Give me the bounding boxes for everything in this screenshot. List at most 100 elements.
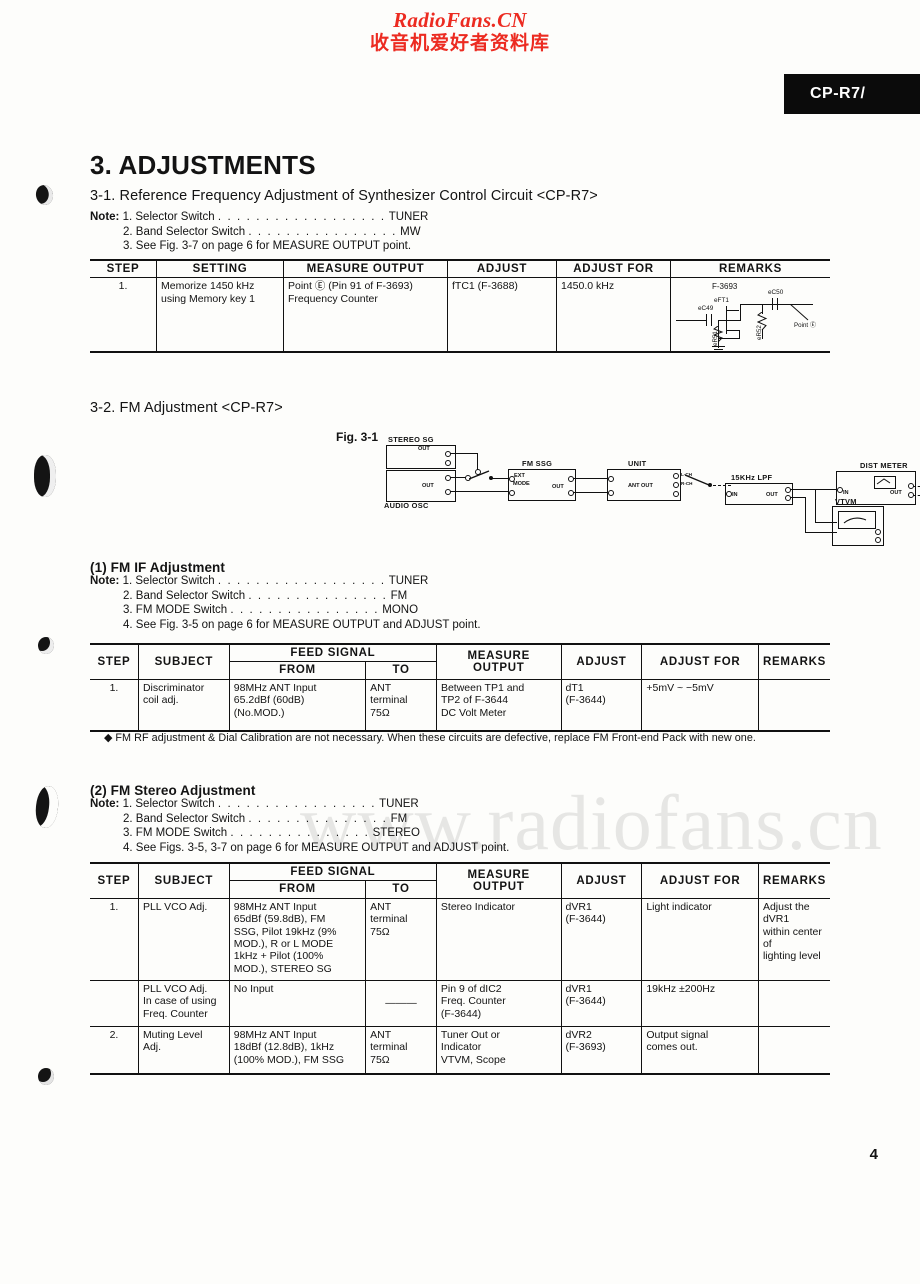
col-remarks: REMARKS — [670, 260, 830, 279]
cell-adjust-for: +5mV ~ −5mV — [641, 678, 759, 732]
port-label-out3: OUT — [552, 484, 564, 490]
cell-remarks: Adjust the dVR1 within center of lightin… — [757, 897, 830, 981]
page-title: 3. ADJUSTMENTS — [90, 150, 316, 180]
cell-remarks — [757, 979, 830, 1027]
table-row: 1. PLL VCO Adj. 98MHz ANT Input 65dBf (5… — [90, 897, 830, 981]
port-label-mode: MODE — [513, 481, 530, 487]
col-feed-signal: FEED SIGNAL — [228, 644, 437, 663]
col-step: STEP — [90, 863, 139, 899]
block-label-fm-ssg: FM SSG — [522, 459, 553, 468]
col-step: STEP — [90, 260, 157, 279]
vtvm-needle-icon — [843, 517, 867, 524]
col-adjust: ADJUST — [560, 644, 643, 680]
section-3-1-notes: Note: 1. Selector Switch . . . . . . . .… — [90, 210, 428, 254]
note-line: 3. FM MODE Switch . . . . . . . . . . . … — [123, 604, 419, 616]
note-line: Note: 1. Selector Switch . . . . . . . .… — [90, 798, 419, 810]
watermark-top: RadioFans.CN 收音机爱好者资料库 — [0, 8, 920, 55]
cell-step: 1. — [90, 897, 139, 981]
figure-caption: Fig. 3-1 — [336, 430, 379, 444]
cell-adjust-for: 1450.0 kHz — [556, 277, 671, 352]
port-label-ext: EXT — [514, 473, 525, 479]
subsection-2-notes: Note: 1. Selector Switch . . . . . . . .… — [90, 797, 509, 855]
note-line: Note: 1. Selector Switch . . . . . . . .… — [90, 211, 429, 223]
cell-adjust: dVR1 (F-3644) — [560, 897, 643, 981]
port-label-out2: OUT — [422, 483, 434, 489]
col-remarks: REMARKS — [757, 644, 830, 680]
remarks-schematic: F-3693 eC49 eFT1 eC50 eR51 eR52 Point Ⓔ — [668, 282, 820, 353]
subsection-1-notes: Note: 1. Selector Switch . . . . . . . .… — [90, 574, 481, 632]
block-label-dist-meter: DIST METER — [860, 461, 908, 470]
section-3-2-title: 3-2. FM Adjustment <CP-R7> — [90, 400, 283, 416]
col-from: FROM — [228, 661, 367, 680]
col-from: FROM — [228, 880, 367, 899]
col-adjust: ADJUST — [560, 863, 643, 899]
cell-measure-output: Tuner Out or Indicator VTVM, Scope — [435, 1025, 562, 1075]
cell-from: 98MHz ANT Input 65.2dBf (60dB) (No.MOD.) — [228, 678, 367, 732]
cell-adjust: dVR2 (F-3693) — [560, 1025, 643, 1075]
cell-remarks — [757, 1025, 830, 1075]
block-label-lpf: 15KHz LPF — [731, 473, 773, 482]
table-row: PLL VCO Adj. In case of using Freq. Coun… — [90, 979, 830, 1027]
port-label-out4: OUT — [766, 492, 778, 498]
page-number: 4 — [869, 1146, 878, 1163]
table-header-row: STEP SUBJECT FEED SIGNAL MEASURE OUTPUT … — [90, 863, 830, 899]
note-line: 4. See Figs. 3-5, 3-7 on page 6 for MEAS… — [123, 841, 510, 854]
note-line: 2. Band Selector Switch . . . . . . . . … — [123, 812, 408, 825]
block-label-unit: UNIT — [628, 459, 647, 468]
col-setting: SETTING — [156, 260, 284, 279]
col-subject: SUBJECT — [137, 863, 230, 899]
table-header-row: STEP SETTING MEASURE OUTPUT ADJUST ADJUS… — [90, 260, 830, 279]
figure-3-1: STEREO SG OUT AUDIO OSC OUT FM SSG EXT M… — [380, 435, 920, 550]
cell-from: 98MHz ANT Input 65dBf (59.8dB), FM SSG, … — [228, 897, 367, 981]
binder-hole-artifact — [34, 183, 55, 207]
port-label-in2: IN — [843, 490, 849, 496]
table-row: 1. Discriminator coil adj. 98MHz ANT Inp… — [90, 678, 830, 732]
binder-hole-artifact — [34, 455, 56, 497]
binder-hole-artifact — [33, 784, 61, 830]
col-measure-output: MEASURE OUTPUT — [435, 644, 562, 680]
schematic-board-label: F-3693 — [712, 282, 738, 291]
cell-subject: Muting Level Adj. — [137, 1025, 230, 1075]
subsection-1-title: (1) FM IF Adjustment — [90, 560, 225, 575]
col-to: TO — [365, 661, 437, 680]
cell-to: ANT terminal 75Ω — [365, 897, 437, 981]
note-line: 2. Band Selector Switch . . . . . . . . … — [123, 225, 421, 238]
col-adjust: ADJUST — [447, 260, 557, 279]
col-measure-output: MEASURE OUTPUT — [283, 260, 448, 279]
cell-adjust-for: Output signal comes out. — [641, 1025, 759, 1075]
cell-measure-output: Stereo Indicator — [435, 897, 562, 981]
col-subject: SUBJECT — [137, 644, 230, 680]
note-line: 3. See Fig. 3-7 on page 6 for MEASURE OU… — [123, 240, 412, 252]
schematic-point-label: Point Ⓔ — [794, 322, 817, 329]
cell-remarks — [757, 678, 830, 732]
cell-adjust: fTC1 (F-3688) — [447, 277, 557, 352]
block-label-stereo-sg: STEREO SG — [388, 435, 434, 444]
cell-adjust-for: Light indicator — [641, 897, 759, 981]
cell-setting: Memorize 1450 kHz using Memory key 1 — [156, 277, 284, 352]
footnote-fm-rf: ◆ FM RF adjustment & Dial Calibration ar… — [104, 732, 756, 744]
note-line: Note: 1. Selector Switch . . . . . . . .… — [90, 575, 429, 587]
table-fm-stereo: STEP SUBJECT FEED SIGNAL MEASURE OUTPUT … — [90, 862, 830, 1076]
subsection-2-title: (2) FM Stereo Adjustment — [90, 783, 256, 798]
port-label-ant-out: ANT OUT — [628, 483, 653, 489]
cell-measure-output: Pin 9 of dIC2 Freq. Counter (F-3644) — [435, 979, 562, 1027]
col-remarks: REMARKS — [757, 863, 830, 899]
col-feed-signal: FEED SIGNAL — [228, 863, 437, 882]
port-label-out: OUT — [418, 446, 430, 452]
port-label-out5: OUT — [890, 490, 902, 496]
cell-step — [90, 979, 139, 1027]
cell-subject: PLL VCO Adj. In case of using Freq. Coun… — [137, 979, 230, 1027]
watermark-chinese: 收音机爱好者资料库 — [369, 33, 550, 55]
part-label-ft1: eFT1 — [714, 297, 729, 304]
cell-step: 1. — [90, 678, 139, 732]
col-adjust-for: ADJUST FOR — [641, 644, 759, 680]
cell-to: ——— — [365, 979, 437, 1027]
cell-subject: Discriminator coil adj. — [137, 678, 230, 732]
cell-from: 98MHz ANT Input 18dBf (12.8dB), 1kHz (10… — [228, 1025, 367, 1075]
col-adjust-for: ADJUST FOR — [641, 863, 759, 899]
note-line: 4. See Fig. 3-5 on page 6 for MEASURE OU… — [123, 618, 481, 631]
port-label-in: IN — [732, 492, 738, 498]
table-row: 2. Muting Level Adj. 98MHz ANT Input 18d… — [90, 1025, 830, 1075]
note-line: 2. Band Selector Switch . . . . . . . . … — [123, 589, 408, 602]
cell-measure-output: Point Ⓔ (Pin 91 of F-3693) Frequency Cou… — [283, 277, 448, 352]
